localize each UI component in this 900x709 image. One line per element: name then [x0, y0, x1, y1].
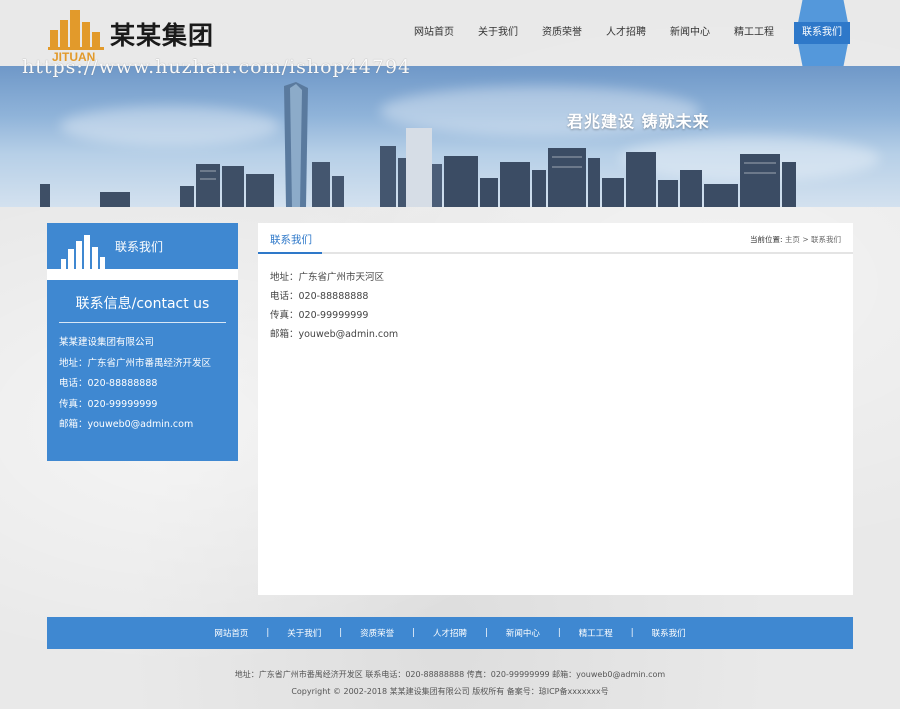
title-underline: [258, 252, 322, 254]
footer-link-home[interactable]: 网站首页: [214, 627, 248, 639]
logo-building-icon: [48, 8, 106, 50]
sidebar-fax: 传真：020-99999999: [59, 398, 158, 410]
content-header: 联系我们 当前位置: 主页 > 联系我们: [258, 223, 853, 254]
nav-item-honors[interactable]: 资质荣誉: [542, 22, 582, 44]
footer-info: 地址：广东省广州市番禺经济开发区 联系电话：020-88888888 传真：02…: [0, 666, 900, 700]
buildings-icon: [61, 233, 105, 269]
sidebar-address: 地址：广东省广州市番禺经济开发区: [59, 357, 212, 369]
main-content-panel: 联系我们 当前位置: 主页 > 联系我们 地址：广东省广州市天河区 电话：020…: [258, 223, 853, 595]
sidebar-company-name: 某某建设集团有限公司: [59, 337, 155, 348]
nav-item-home[interactable]: 网站首页: [414, 22, 454, 44]
sidebar-header: 联系我们: [47, 223, 238, 269]
contact-address: 地址：广东省广州市天河区: [270, 272, 385, 283]
footer-separator: |: [339, 628, 343, 638]
footer-copyright: Copyright © 2002-2018 某某建设集团有限公司 版权所有 备案…: [291, 687, 609, 696]
footer-separator: |: [485, 628, 488, 638]
city-skyline-image: [40, 82, 796, 207]
sidebar-subtitle: 联系信息/contact us: [75, 296, 210, 312]
footer-nav: 网站首页 | 关于我们 | 资质荣誉 | 人才招聘 | 新闻中心 | 精工工程 …: [47, 617, 853, 649]
breadcrumb-current: 联系我们: [811, 235, 841, 244]
footer-link-projects[interactable]: 精工工程: [579, 627, 613, 639]
nav-item-careers[interactable]: 人才招聘: [606, 22, 646, 44]
sidebar-title: 联系我们: [115, 240, 164, 254]
nav-item-contact[interactable]: 联系我们: [794, 22, 850, 44]
watermark-text: https://www.huzhan.com/ishop44794: [22, 56, 412, 78]
footer-link-news[interactable]: 新闻中心: [506, 627, 540, 639]
nav-item-news[interactable]: 新闻中心: [670, 22, 710, 44]
main-nav: 网站首页 关于我们 资质荣誉 人才招聘 新闻中心 精工工程 联系我们: [390, 22, 850, 44]
sidebar-contact-card: 联系我们 联系信息/contact us 某某建设集团有限公司 地址：广东省广州…: [47, 223, 238, 461]
contact-fax: 传真：020-99999999: [270, 310, 369, 321]
logo-name: 某某集团: [110, 21, 215, 50]
footer-link-about[interactable]: 关于我们: [287, 627, 321, 639]
breadcrumb-label: 当前位置:: [750, 235, 783, 244]
breadcrumb-separator: >: [802, 235, 809, 244]
footer-separator: |: [557, 628, 561, 638]
footer-separator: |: [412, 628, 415, 638]
sidebar-email: 邮箱：youweb0@admin.com: [59, 419, 194, 430]
nav-item-projects[interactable]: 精工工程: [734, 22, 774, 44]
footer-link-honors[interactable]: 资质荣誉: [360, 627, 394, 639]
sidebar-divider-strip: [47, 269, 238, 280]
hero-banner: 君兆建设 铸就未来: [0, 66, 900, 207]
contact-email: 邮箱：youweb@admin.com: [270, 329, 399, 340]
contact-phone: 电话：020-88888888: [270, 291, 369, 302]
banner-slogan: 君兆建设 铸就未来: [567, 112, 710, 131]
breadcrumb: 当前位置: 主页 > 联系我们: [750, 234, 841, 245]
content-body: 地址：广东省广州市天河区 电话：020-88888888 传真：020-9999…: [258, 254, 853, 358]
breadcrumb-home-link[interactable]: 主页: [785, 235, 800, 244]
footer-link-careers[interactable]: 人才招聘: [433, 627, 467, 639]
page-title: 联系我们: [270, 234, 312, 246]
footer-separator: |: [266, 628, 270, 638]
footer-link-contact[interactable]: 联系我们: [652, 627, 686, 639]
footer-separator: |: [630, 628, 634, 638]
sidebar-contact-list: 某某建设集团有限公司 地址：广东省广州市番禺经济开发区 电话：020-88888…: [47, 323, 238, 436]
footer-contact-line: 地址：广东省广州市番禺经济开发区 联系电话：020-88888888 传真：02…: [234, 670, 666, 679]
sidebar-phone: 电话：020-88888888: [59, 378, 158, 389]
nav-item-about[interactable]: 关于我们: [478, 22, 518, 44]
